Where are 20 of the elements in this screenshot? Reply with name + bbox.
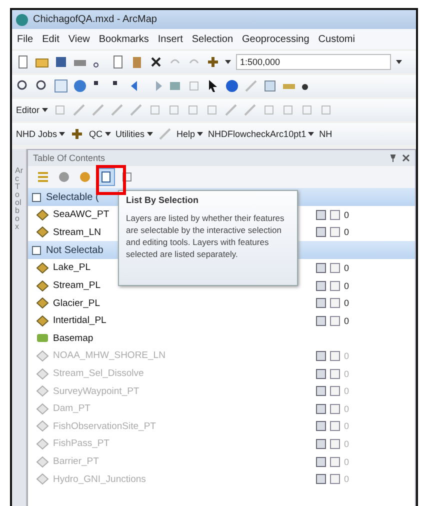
selected-count: 0 <box>344 210 350 220</box>
selected-count: 0 <box>344 280 350 291</box>
side-tab-label: ArcToolbox <box>15 167 23 233</box>
selected-count: 0 <box>344 438 350 449</box>
selected-count: 0 <box>344 368 350 379</box>
tooltip-title: List By Selection <box>126 195 200 205</box>
selected-count: 0 <box>344 386 350 396</box>
panel-title: Table Of Contents <box>33 153 106 163</box>
window-title: ChichagofQA.mxd - ArcMap <box>33 14 157 25</box>
selected-count: 0 <box>344 262 350 273</box>
selected-count: 0 <box>344 474 350 484</box>
selected-count: 0 <box>344 350 350 361</box>
selected-count: 0 <box>344 227 350 238</box>
selected-count: 0 <box>344 316 350 326</box>
selected-count: 0 <box>344 404 350 414</box>
selected-count: 0 <box>344 456 350 467</box>
group-label: Not Selectab <box>46 244 104 256</box>
selected-count: 0 <box>344 421 350 432</box>
tooltip-text: Layers are listed by whether their features are selectable by the interactive selection and editing tools. Layers with features selected are listed separately. <box>126 213 286 261</box>
selected-count: 0 <box>344 298 350 308</box>
